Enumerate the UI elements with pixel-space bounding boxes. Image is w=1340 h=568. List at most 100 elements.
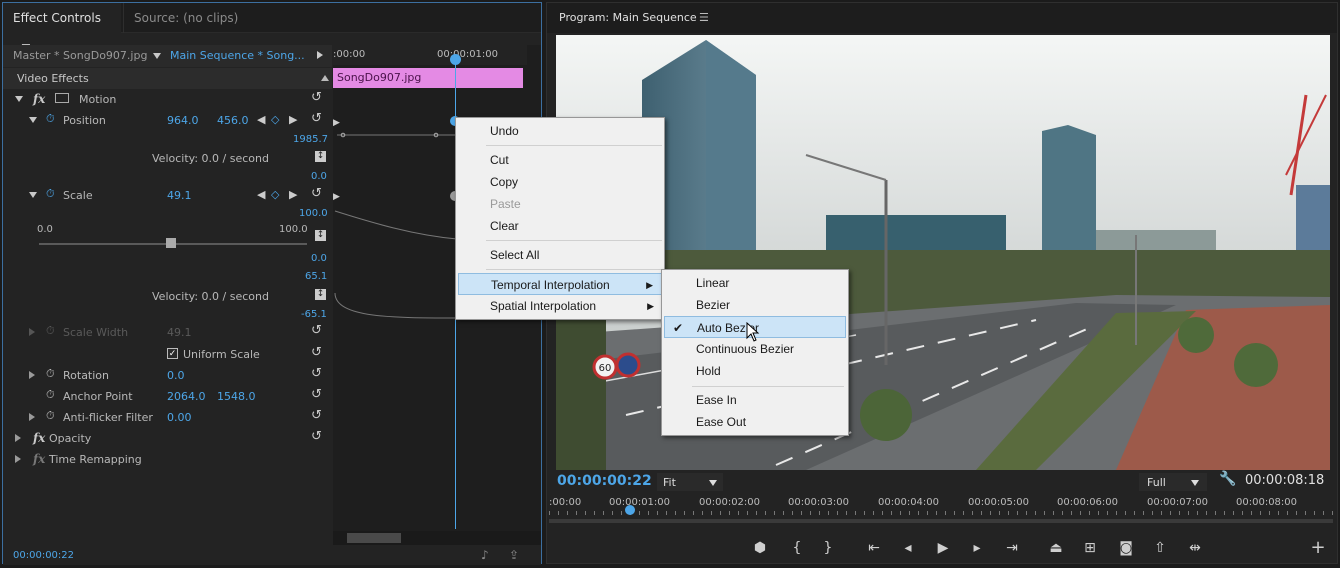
menu-separator [692,386,844,387]
clip-bar[interactable]: SongDo907.jpg [333,68,523,88]
program-playhead[interactable] [625,505,635,515]
fx-icon[interactable]: fx [33,92,45,106]
add-keyframe-icon[interactable]: ◇ [271,188,279,201]
go-to-in-icon[interactable]: ⇤ [861,533,887,563]
play-only-audio-icon[interactable] [317,51,323,59]
submenu-item-bezier[interactable]: Bezier [664,294,846,316]
menu-item-select-all[interactable]: Select All [458,244,662,266]
keyframe-nav-icon[interactable]: ▶ [333,192,340,202]
zoom-scrollbar[interactable] [549,519,1333,523]
timeline-scrollbar[interactable] [333,531,541,545]
video-effects-label: Video Effects [17,72,89,85]
submenu-item-ease-out[interactable]: Ease Out [664,411,846,433]
next-keyframe-icon[interactable]: ▶ [289,188,297,201]
ruler-start-label: :00:00 [333,49,366,60]
graph-toggle-icon[interactable]: ↕ [315,230,326,241]
chevron-down-icon[interactable] [153,53,161,59]
menu-item-spatial-interpolation[interactable]: Spatial Interpolation ▶ [458,295,662,317]
submenu-item-linear[interactable]: Linear [664,272,846,294]
menu-item-temporal-interpolation[interactable]: Temporal Interpolation ▶ [458,273,662,295]
extract-icon[interactable]: ⊞ [1077,533,1103,563]
effect-row-motion[interactable]: fx Motion ↺ [3,89,332,110]
mouse-cursor-icon [746,322,760,342]
step-back-icon[interactable]: ◂ [895,533,921,563]
reset-icon[interactable]: ↺ [311,345,322,360]
scale-value[interactable]: 49.1 [167,189,192,202]
mark-in-icon[interactable]: { [784,533,810,563]
stopwatch-icon[interactable]: ⏱ [46,367,55,381]
scale-slider-thumb[interactable] [165,238,176,248]
ruler-label: 00:00:01:00 [609,497,671,508]
anchor-y-value[interactable]: 1548.0 [217,390,256,403]
reset-icon[interactable]: ↺ [311,366,322,381]
position-y-value[interactable]: 456.0 [217,114,249,127]
reset-icon[interactable]: ↺ [311,429,322,444]
graph-toggle-icon[interactable]: ↕ [315,151,326,162]
program-timecode[interactable]: 00:00:00:22 [557,473,652,489]
timeline-ruler[interactable]: :00:00 00:00:01:00 [333,45,527,65]
submenu-item-ease-in[interactable]: Ease In [664,389,846,411]
insert-icon[interactable]: ⇧ [1147,533,1173,563]
sequence-clip-label[interactable]: Main Sequence * Song... [170,49,305,62]
position-x-value[interactable]: 964.0 [167,114,199,127]
tab-effect-controls[interactable]: Effect Controls ☰ [3,3,121,55]
prev-keyframe-icon[interactable]: ◀ [257,188,265,201]
stopwatch-icon[interactable]: ⏱ [46,112,55,126]
go-to-out-icon[interactable]: ⇥ [999,533,1025,563]
fx-icon[interactable]: fx [33,431,45,445]
play-icon[interactable]: ▶ [930,533,956,563]
next-keyframe-icon[interactable]: ▶ [289,113,297,126]
quality-dropdown[interactable]: Full [1139,473,1207,491]
keyframe-graph[interactable] [333,113,457,323]
effect-row-time-remapping[interactable]: fx Time Remapping [3,449,332,470]
ruler-label: 00:00:06:00 [1057,497,1119,508]
program-title[interactable]: Program: Main Sequence [559,11,697,24]
speed-limit-sign: 60 [599,363,612,374]
reset-icon[interactable]: ↺ [311,90,322,105]
menu-item-clear[interactable]: Clear [458,215,662,237]
mark-out-icon[interactable]: } [815,533,841,563]
fit-dropdown[interactable]: Fit [657,473,723,491]
trim-icon[interactable]: ⇹ [1182,533,1208,563]
transform-icon[interactable] [55,93,69,103]
audio-icon[interactable]: ♪ [481,548,489,562]
keyframe-nav-icon[interactable]: ▶ [333,118,340,128]
add-keyframe-icon[interactable]: ◇ [271,113,279,126]
lift-icon[interactable]: ⏏ [1043,533,1069,563]
chevron-down-icon [1191,480,1199,486]
submenu-item-hold[interactable]: Hold [664,360,846,382]
stopwatch-icon[interactable]: ⏱ [46,409,55,423]
program-ruler[interactable]: :00:00 00:00:01:00 00:00:02:00 00:00:03:… [547,495,1337,525]
menu-item-undo[interactable]: Undo [458,120,662,142]
step-forward-icon[interactable]: ▸ [964,533,990,563]
stopwatch-icon[interactable]: ⏱ [46,388,55,402]
prev-keyframe-icon[interactable]: ◀ [257,113,265,126]
export-frame-icon[interactable]: ◙ [1113,533,1139,563]
master-clip-label[interactable]: Master * SongDo907.jpg [13,49,147,62]
effect-row-opacity[interactable]: fx Opacity ↺ [3,428,332,449]
tab-source[interactable]: Source: (no clips) [123,3,253,33]
stopwatch-icon[interactable]: ⏱ [46,187,55,201]
reset-icon[interactable]: ↺ [311,323,322,338]
menu-item-copy[interactable]: Copy [458,171,662,193]
panel-menu-icon[interactable]: ☰ [699,11,709,24]
marker-icon[interactable]: ⬢ [747,533,773,563]
property-row-rotation: ⏱ Rotation 0.0 ↺ [3,365,332,386]
scrollbar-thumb[interactable] [347,533,401,543]
add-button-icon[interactable]: + [1305,533,1331,563]
menu-item-cut[interactable]: Cut [458,149,662,171]
current-timecode[interactable]: 00:00:00:22 [13,550,74,561]
reset-icon[interactable]: ↺ [311,408,322,423]
export-icon[interactable]: ⇪ [509,548,519,562]
rotation-value[interactable]: 0.0 [167,369,185,382]
reset-icon[interactable]: ↺ [311,111,322,126]
submenu-arrow-icon: ▶ [646,280,653,290]
uniform-scale-checkbox[interactable]: ✓ [167,348,178,359]
anchor-x-value[interactable]: 2064.0 [167,390,206,403]
wrench-icon[interactable]: 🔧 [1219,471,1236,487]
playhead-handle[interactable] [450,54,461,65]
graph-toggle-icon[interactable]: ↕ [315,289,326,300]
reset-icon[interactable]: ↺ [311,387,322,402]
anti-flicker-value[interactable]: 0.00 [167,411,192,424]
reset-icon[interactable]: ↺ [311,186,322,201]
